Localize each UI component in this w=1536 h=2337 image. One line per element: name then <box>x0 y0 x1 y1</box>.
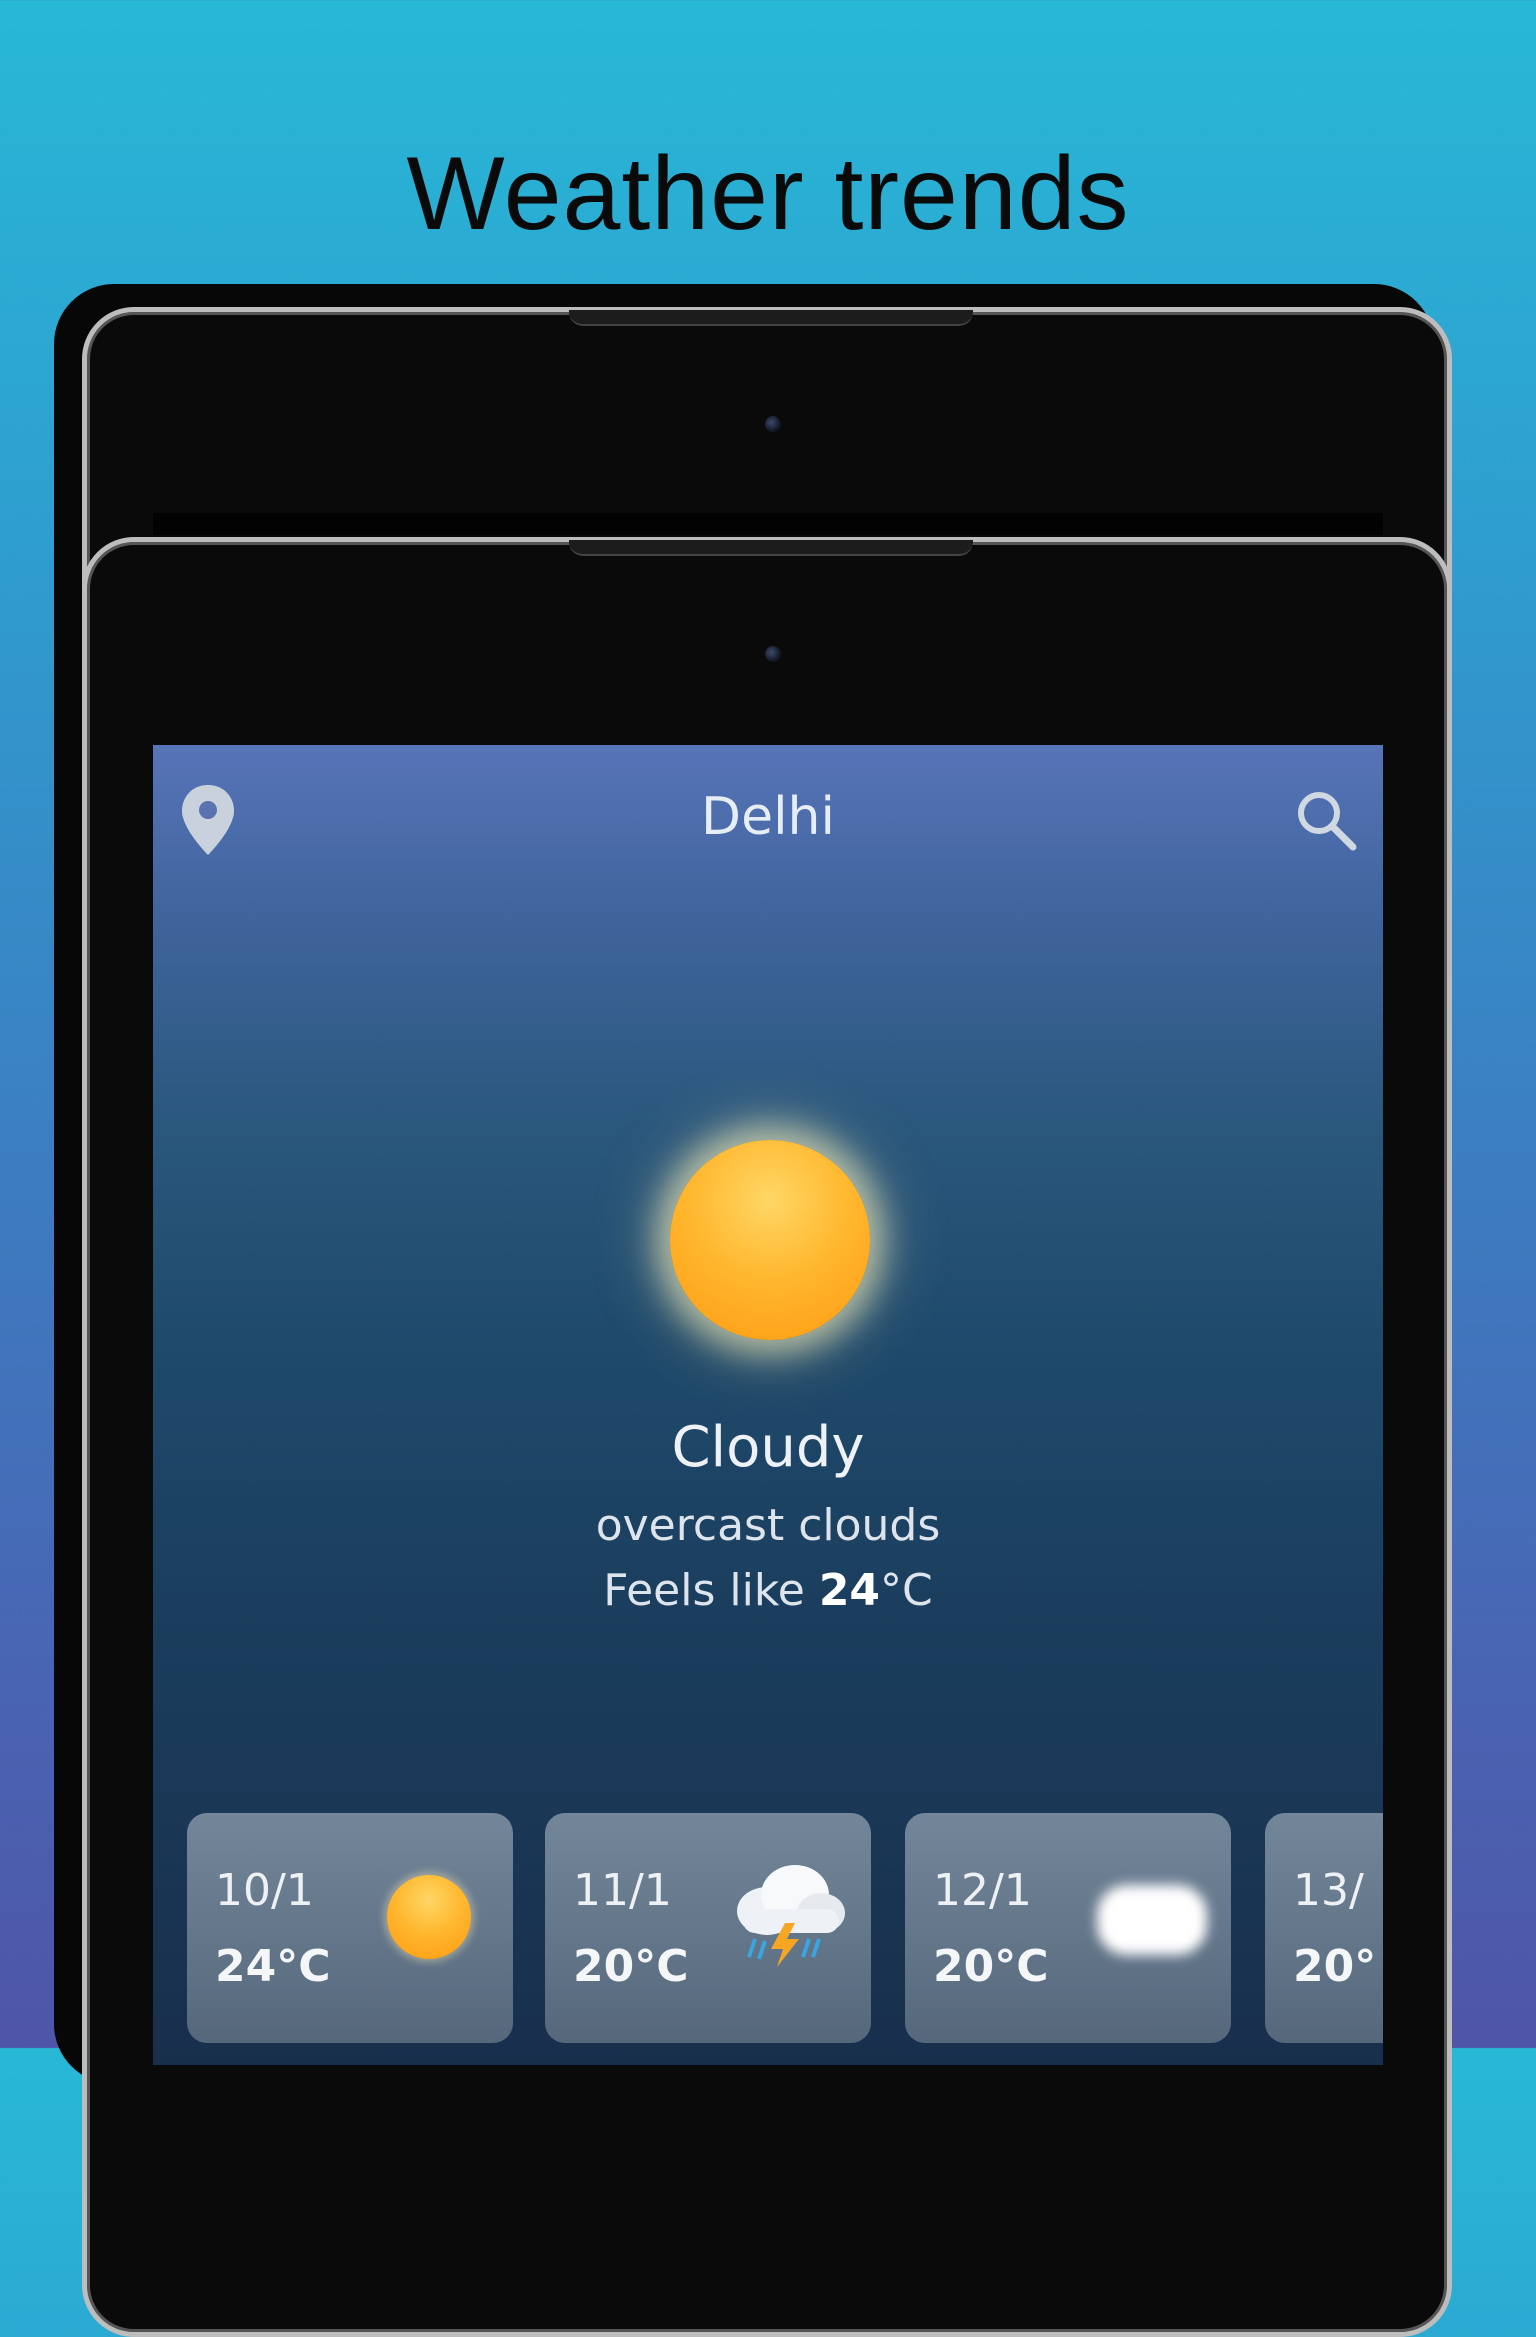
condition-title: Cloudy <box>671 1415 865 1480</box>
forecast-temp: 20°C <box>933 1941 1049 1992</box>
forecast-card[interactable]: 11/1 20°C <box>545 1813 871 2043</box>
forecast-temp: 20° <box>1293 1941 1377 1992</box>
forecast-temp: 20°C <box>573 1941 689 1992</box>
search-icon[interactable] <box>1293 787 1359 853</box>
forecast-date: 10/1 <box>215 1865 314 1916</box>
forecast-date: 11/1 <box>573 1865 672 1916</box>
feels-like-label: Feels like <box>603 1565 819 1616</box>
forecast-clip: 10/1 24°C 11/1 20°C 12/1 20°C 13/ 20° <box>187 1813 1383 2065</box>
back-screen-edge <box>153 513 1383 535</box>
forecast-date: 13/ <box>1293 1865 1364 1916</box>
city-title: Delhi <box>701 787 835 847</box>
thunderstorm-icon <box>737 1865 845 1967</box>
feels-like-value: 24 <box>818 1565 881 1616</box>
tablet-notch <box>569 540 973 556</box>
sun-icon <box>670 1140 870 1340</box>
forecast-date: 12/1 <box>933 1865 1032 1916</box>
app-screen: Delhi Cloudy overcast clouds Feels like … <box>153 745 1383 2065</box>
forecast-card[interactable]: 13/ 20° <box>1265 1813 1383 2043</box>
forecast-card[interactable]: 10/1 24°C <box>187 1813 513 2043</box>
camera-icon <box>765 646 781 662</box>
forecast-strip[interactable]: 10/1 24°C 11/1 20°C 12/1 20°C 13/ 20° <box>187 1813 1383 2053</box>
forecast-temp: 24°C <box>215 1941 331 1992</box>
condition-description: overcast clouds <box>595 1500 941 1551</box>
promo-headline: Weather trends <box>406 136 1130 252</box>
sun-icon <box>387 1875 471 1959</box>
cloud-icon <box>1097 1885 1207 1955</box>
camera-icon <box>765 416 781 432</box>
tablet-notch <box>569 310 973 326</box>
feels-like: Feels like 24°C <box>153 1565 1383 1616</box>
feels-like-unit: °C <box>880 1565 933 1616</box>
forecast-card[interactable]: 12/1 20°C <box>905 1813 1231 2043</box>
